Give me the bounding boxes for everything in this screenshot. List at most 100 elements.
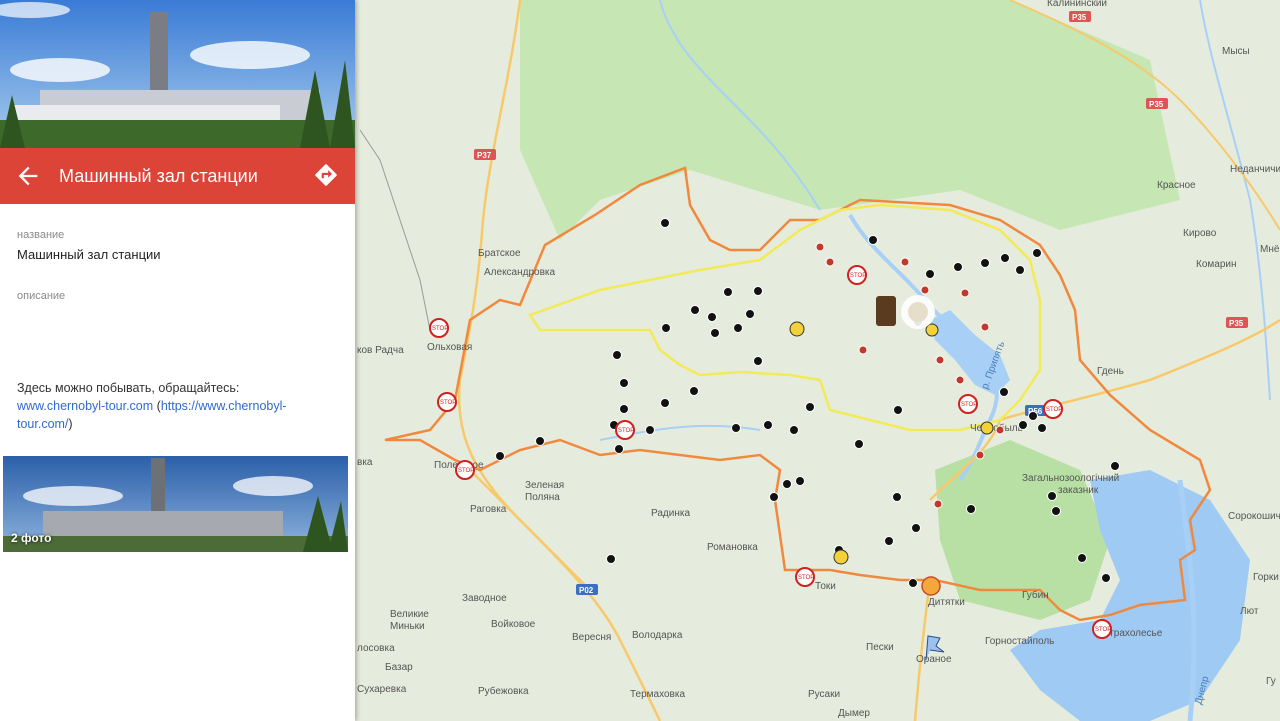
poi-marker[interactable] xyxy=(782,479,792,489)
poi-marker[interactable] xyxy=(884,536,894,546)
photo-count-label: 2 фото xyxy=(11,531,52,545)
place-hero-photo[interactable] xyxy=(0,0,355,148)
poi-marker[interactable] xyxy=(660,218,670,228)
poi-marker[interactable] xyxy=(606,554,616,564)
poi-marker[interactable] xyxy=(614,444,624,454)
stop-sign-marker[interactable]: STOP xyxy=(455,460,475,480)
poi-marker-red[interactable] xyxy=(995,425,1005,435)
poi-marker[interactable] xyxy=(795,476,805,486)
stop-sign-marker[interactable]: STOP xyxy=(795,567,815,587)
poi-marker-red[interactable] xyxy=(900,257,910,267)
poi-marker[interactable] xyxy=(495,451,505,461)
poi-marker-red[interactable] xyxy=(825,257,835,267)
poi-marker[interactable] xyxy=(908,578,918,588)
poi-marker[interactable] xyxy=(660,398,670,408)
place-reserve: Загальнозоологічний xyxy=(1022,473,1119,484)
svg-text:P02: P02 xyxy=(579,586,594,595)
poi-marker[interactable] xyxy=(1028,411,1038,421)
stop-sign-marker[interactable]: STOP xyxy=(429,318,449,338)
poi-marker[interactable] xyxy=(1015,265,1025,275)
poi-marker[interactable] xyxy=(763,420,773,430)
road-shield-p02: P02 xyxy=(576,584,598,595)
back-arrow-icon[interactable] xyxy=(14,162,42,190)
poi-marker[interactable] xyxy=(619,378,629,388)
poi-marker[interactable] xyxy=(1051,506,1061,516)
poi-marker[interactable] xyxy=(925,269,935,279)
poi-marker[interactable] xyxy=(1077,553,1087,563)
place-krasnoe: Красное xyxy=(1157,180,1196,191)
poi-marker[interactable] xyxy=(805,402,815,412)
poi-marker-red[interactable] xyxy=(955,375,965,385)
stop-sign-label: STOP xyxy=(618,428,634,434)
place-radinka: Радинка xyxy=(651,508,690,519)
poi-marker[interactable] xyxy=(612,350,622,360)
poi-marker[interactable] xyxy=(1047,491,1057,501)
stop-sign-marker[interactable]: STOP xyxy=(1043,399,1063,419)
poi-marker[interactable] xyxy=(1032,248,1042,258)
poi-marker[interactable] xyxy=(911,523,921,533)
poi-marker-red[interactable] xyxy=(975,450,985,460)
poi-marker[interactable] xyxy=(689,386,699,396)
poi-marker[interactable] xyxy=(753,356,763,366)
poi-marker[interactable] xyxy=(690,305,700,315)
poi-marker-red[interactable] xyxy=(960,288,970,298)
description-intro: Здесь можно побывать, обращайтесь: xyxy=(17,381,240,395)
stop-sign-marker[interactable]: STOP xyxy=(847,265,867,285)
poi-marker[interactable] xyxy=(645,425,655,435)
poi-marker[interactable] xyxy=(745,309,755,319)
place-termakhovka: Термаховка xyxy=(630,689,685,700)
poi-marker[interactable] xyxy=(893,405,903,415)
poi-marker-red[interactable] xyxy=(935,355,945,365)
photo-gallery-thumbnail[interactable]: 2 фото xyxy=(3,456,348,552)
poi-marker[interactable] xyxy=(1101,573,1111,583)
svg-text:P37: P37 xyxy=(477,151,492,160)
poi-marker[interactable] xyxy=(723,287,733,297)
poi-marker[interactable] xyxy=(710,328,720,338)
name-value: Машинный зал станции xyxy=(17,247,161,262)
poi-marker[interactable] xyxy=(1037,423,1047,433)
poi-marker-red[interactable] xyxy=(980,322,990,332)
poi-marker[interactable] xyxy=(753,286,763,296)
stop-sign-label: STOP xyxy=(432,326,448,332)
link-paren-close: ) xyxy=(68,417,73,431)
poi-marker-red[interactable] xyxy=(920,285,930,295)
poi-marker[interactable] xyxy=(1000,253,1010,263)
poi-marker[interactable] xyxy=(789,425,799,435)
checkpoint-marker[interactable] xyxy=(921,576,941,596)
road-shield-p35-right: P35 xyxy=(1226,317,1248,328)
place-polyana: Поляна xyxy=(525,492,560,503)
poi-marker-red[interactable] xyxy=(858,345,868,355)
place-kirovo: Кирово xyxy=(1183,228,1217,239)
stop-sign-marker[interactable]: STOP xyxy=(615,420,635,440)
poi-marker[interactable] xyxy=(1018,420,1028,430)
stop-sign-marker[interactable]: STOP xyxy=(1092,619,1112,639)
place-zavodnoe: Заводное xyxy=(462,593,507,604)
poi-marker[interactable] xyxy=(661,323,671,333)
poi-marker[interactable] xyxy=(854,439,864,449)
poi-marker[interactable] xyxy=(733,323,743,333)
poi-marker-red[interactable] xyxy=(815,242,825,252)
directions-icon[interactable] xyxy=(313,162,339,188)
poi-marker[interactable] xyxy=(535,436,545,446)
poi-marker[interactable] xyxy=(966,504,976,514)
place-rubezhovka: Рубежовка xyxy=(478,685,529,697)
poi-marker[interactable] xyxy=(1110,461,1120,471)
place-gden: Гдень xyxy=(1097,366,1124,377)
poi-marker[interactable] xyxy=(999,387,1009,397)
poi-marker[interactable] xyxy=(731,423,741,433)
poi-marker[interactable] xyxy=(868,235,878,245)
poi-marker-red[interactable] xyxy=(933,499,943,509)
poi-marker[interactable] xyxy=(892,492,902,502)
stop-sign-marker[interactable]: STOP xyxy=(437,392,457,412)
road-shield-p37: P37 xyxy=(474,149,496,160)
place-velikie: Великие xyxy=(390,609,429,620)
poi-marker[interactable] xyxy=(980,258,990,268)
place-nedanchichi: Неданчичи xyxy=(1230,164,1280,175)
poi-marker[interactable] xyxy=(707,312,717,322)
poi-marker[interactable] xyxy=(769,492,779,502)
stop-sign-label: STOP xyxy=(458,468,474,474)
poi-marker[interactable] xyxy=(619,404,629,414)
poi-marker[interactable] xyxy=(953,262,963,272)
stop-sign-marker[interactable]: STOP xyxy=(958,394,978,414)
tour-link[interactable]: www.chernobyl-tour.com xyxy=(17,399,153,413)
